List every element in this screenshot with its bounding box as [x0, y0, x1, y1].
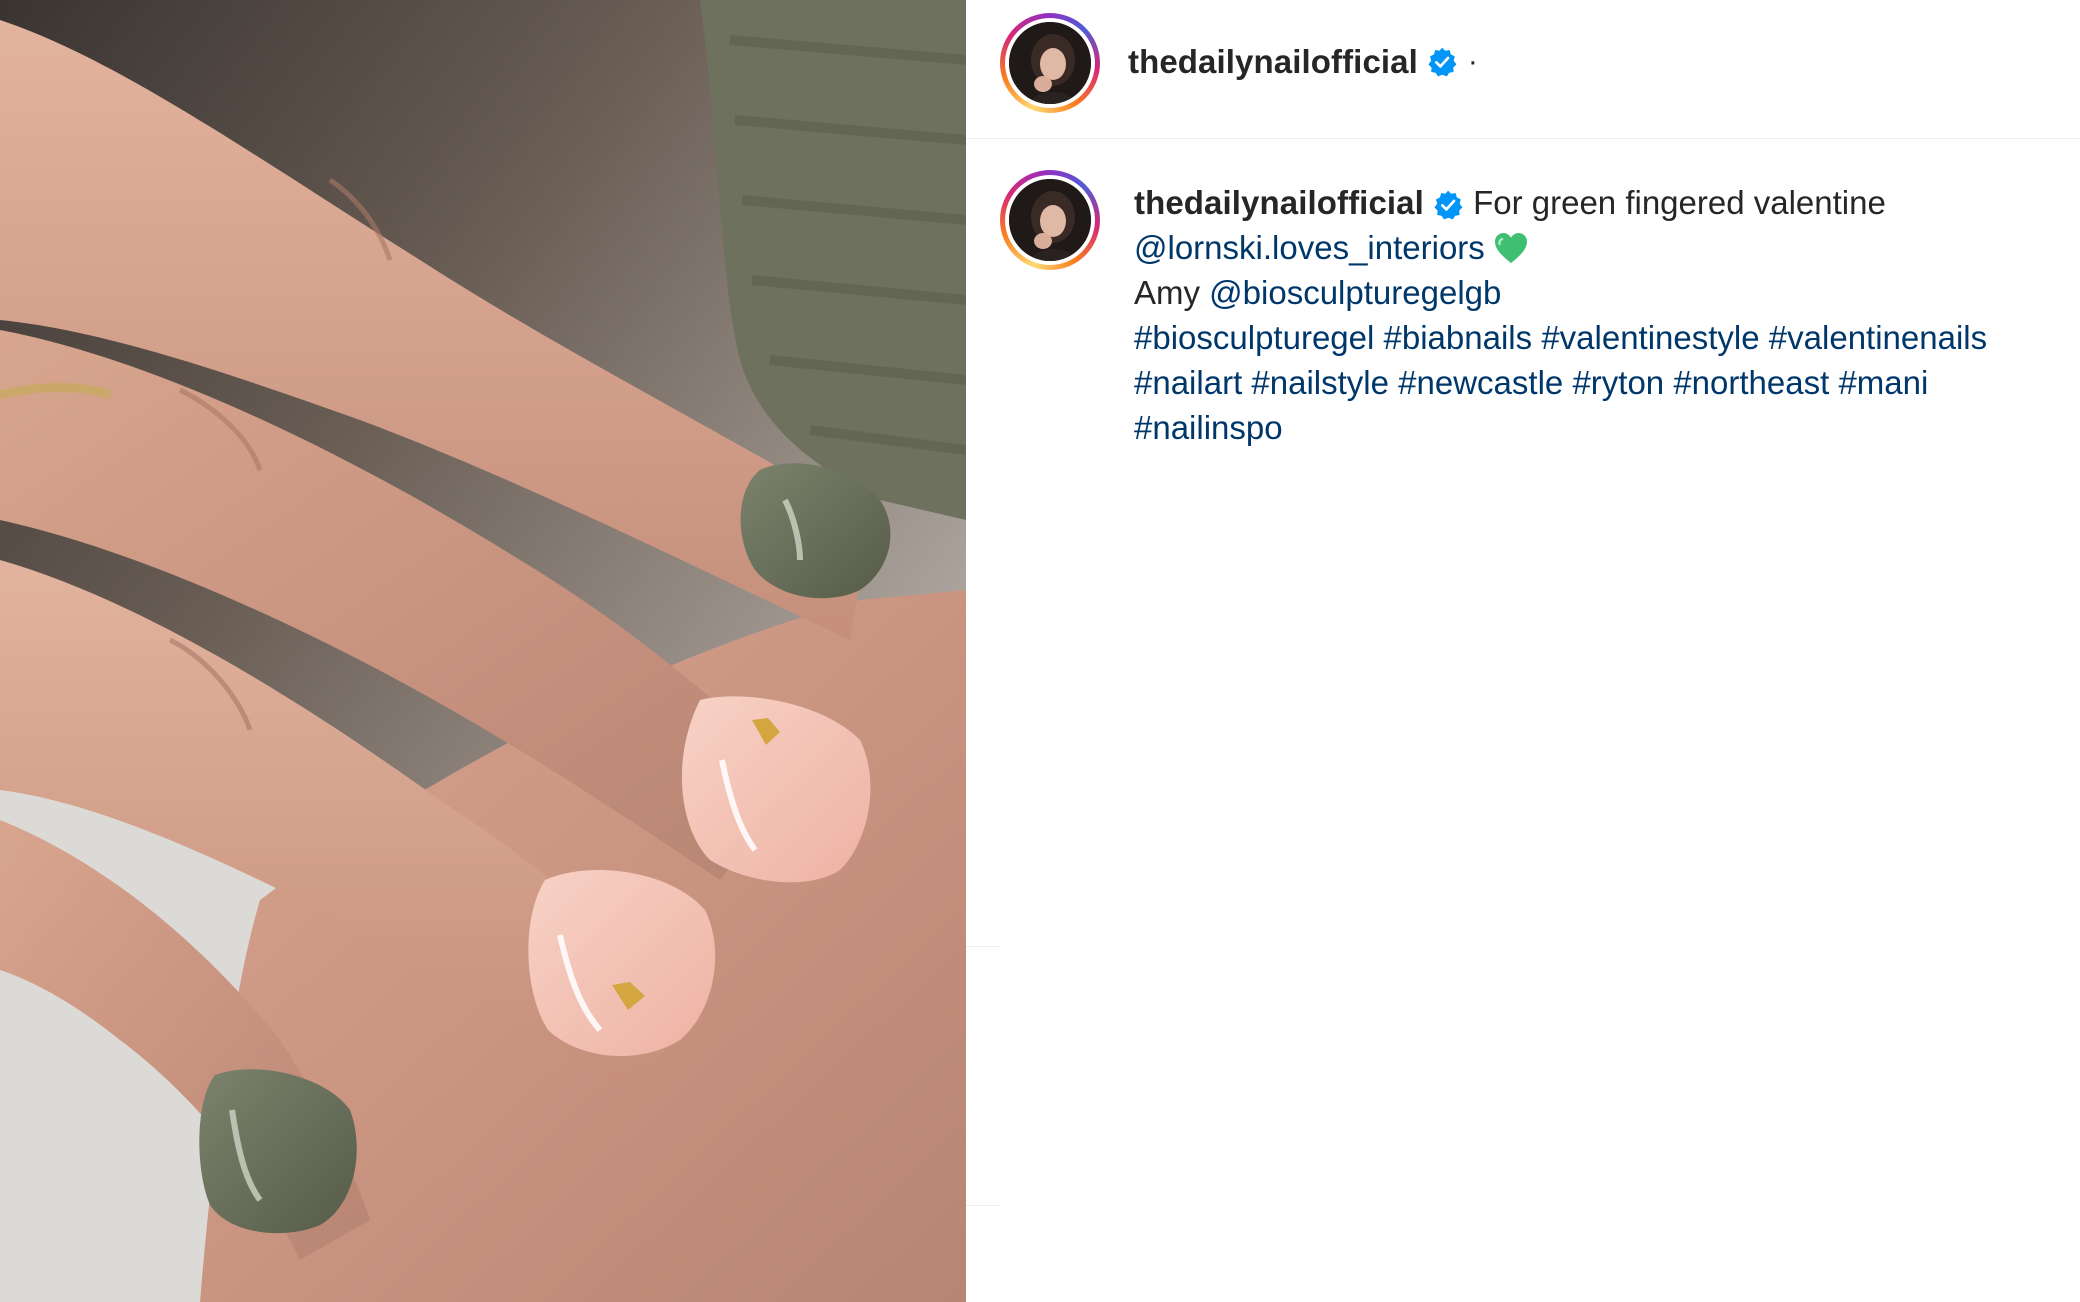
caption-avatar: [1009, 179, 1091, 261]
verified-badge-icon: [1428, 47, 1457, 77]
hashtag-link[interactable]: #valentinestyle: [1541, 319, 1759, 356]
hashtag-link[interactable]: #ryton: [1572, 364, 1664, 401]
mention-link[interactable]: @lornski.loves_interiors: [1134, 229, 1485, 266]
profile-avatar: [1009, 22, 1091, 104]
post-side-panel: thedailynailofficial · thedailynailoffic…: [966, 0, 2080, 1302]
hashtag-link[interactable]: #nailart: [1134, 364, 1242, 401]
caption-avatar-story-ring[interactable]: [1000, 170, 1100, 270]
caption-username[interactable]: thedailynailofficial: [1134, 184, 1424, 221]
caption-line: @lornski.loves_interiors: [1134, 225, 2054, 270]
green-heart-icon: [1494, 233, 1527, 263]
green-nail-bottom: [199, 1069, 357, 1234]
manicure-photo: [0, 0, 966, 1302]
hashtag-link[interactable]: #biabnails: [1384, 319, 1533, 356]
hashtag-link[interactable]: #nailinspo: [1134, 409, 1283, 446]
profile-avatar-story-ring[interactable]: [1000, 13, 1100, 113]
caption-text-segment: Amy: [1134, 274, 1210, 311]
hashtag-link[interactable]: #northeast: [1673, 364, 1829, 401]
caption-line: Amy @biosculpturegelgb: [1134, 270, 2054, 315]
verified-badge-icon: [1434, 190, 1463, 220]
mention-link[interactable]: @biosculpturegelgb: [1209, 274, 1501, 311]
header-username-row: thedailynailofficial ·: [1128, 40, 1478, 84]
hashtag-link[interactable]: #valentinenails: [1769, 319, 1987, 356]
profile-avatar-photo: [1009, 179, 1091, 261]
caption-line: #nailart #nailstyle #newcastle #ryton #n…: [1134, 360, 2054, 405]
caption-line: #biosculpturegel #biabnails #valentinest…: [1134, 315, 2054, 360]
caption-text: thedailynailofficial For green fingered …: [1134, 180, 2054, 450]
caption-text-segment: For green fingered valentine: [1463, 184, 1886, 221]
divider: [966, 1205, 1000, 1206]
hashtag-link[interactable]: #mani: [1838, 364, 1928, 401]
post-header: thedailynailofficial ·: [966, 0, 2080, 139]
pink-nail-lower: [528, 870, 716, 1057]
header-separator: ·: [1467, 45, 1478, 78]
caption-line: thedailynailofficial For green fingered …: [1134, 180, 2054, 225]
header-username[interactable]: thedailynailofficial: [1128, 43, 1418, 81]
profile-avatar-photo: [1009, 22, 1091, 104]
caption-line: #nailinspo: [1134, 405, 2054, 450]
hashtag-link[interactable]: #nailstyle: [1251, 364, 1389, 401]
divider: [966, 946, 1000, 947]
post-image[interactable]: [0, 0, 966, 1302]
hashtag-link[interactable]: #newcastle: [1398, 364, 1563, 401]
hashtag-link[interactable]: #biosculpturegel: [1134, 319, 1374, 356]
